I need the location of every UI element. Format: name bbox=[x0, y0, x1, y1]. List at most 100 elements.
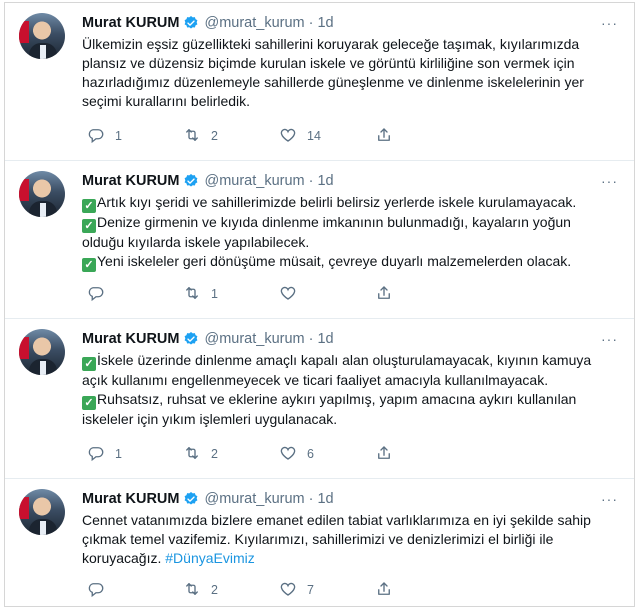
avatar[interactable] bbox=[19, 171, 65, 217]
retweet-icon bbox=[183, 444, 201, 465]
separator-dot: · bbox=[308, 491, 314, 507]
tweet-text-line: ✓ Denize girmenin ve kıyıda dinlenme imka… bbox=[82, 213, 622, 233]
reply-button[interactable] bbox=[87, 284, 183, 305]
check-mark-icon: ✓ bbox=[82, 199, 96, 213]
tweet-text: plansız ve düzensiz biçimde kurulan iske… bbox=[82, 55, 575, 71]
heart-icon bbox=[279, 126, 297, 147]
author-name[interactable]: Murat KURUM bbox=[82, 15, 179, 31]
share-icon bbox=[375, 444, 393, 465]
retweet-icon bbox=[183, 580, 201, 601]
reply-icon bbox=[87, 126, 105, 147]
share-button[interactable] bbox=[375, 580, 415, 601]
like-count: 14 bbox=[307, 129, 321, 143]
more-options-icon[interactable]: ··· bbox=[601, 491, 618, 507]
tweet-text-line: iskeleler için yıkım işlemleri uygulanac… bbox=[82, 410, 622, 429]
tweet-text: açık kullanımı engellenmeyecek ve ticari… bbox=[82, 372, 549, 388]
share-button[interactable] bbox=[375, 284, 415, 305]
tweet-text-line: ✓ Ruhsatsız, ruhsat ve eklerine aykırı ya… bbox=[82, 390, 622, 410]
reply-button[interactable]: 1 bbox=[87, 126, 183, 147]
check-mark-icon: ✓ bbox=[82, 219, 96, 233]
avatar[interactable] bbox=[19, 13, 65, 59]
tweet-text: Cennet vatanımızda bizlere emanet edilen… bbox=[82, 512, 591, 528]
more-options-icon[interactable]: ··· bbox=[601, 15, 618, 31]
tweet-header: Murat KURUM @murat_kurum · 1d bbox=[82, 171, 334, 191]
tweet[interactable]: Murat KURUM @murat_kurum · 1d ··· ✓ Artık kıyı… bbox=[5, 161, 634, 319]
tweet-text-line: olduğu kıyılarda iskele yapılabilecek. bbox=[82, 233, 622, 252]
tweet-body: ✓ İskele üzerinde dinlenme amaçlı kapalı … bbox=[82, 351, 622, 429]
retweet-count: 2 bbox=[211, 583, 218, 597]
tweet-text: iskeleler için yıkım işlemleri uygulanac… bbox=[82, 411, 338, 427]
avatar[interactable] bbox=[19, 489, 65, 535]
tweet-text-line: açık kullanımı engellenmeyecek ve ticari… bbox=[82, 371, 622, 390]
tweet-body: Cennet vatanımızda bizlere emanet edilen… bbox=[82, 511, 622, 568]
tweet-text: Ruhsatsız, ruhsat ve eklerine aykırı yap… bbox=[97, 391, 577, 407]
retweet-button[interactable]: 2 bbox=[183, 580, 279, 601]
retweet-button[interactable]: 2 bbox=[183, 444, 279, 465]
tweet-text: koruyacağız. bbox=[82, 550, 162, 566]
retweet-button[interactable]: 1 bbox=[183, 284, 279, 305]
verified-badge-icon bbox=[183, 331, 199, 347]
share-button[interactable] bbox=[375, 126, 415, 147]
reply-button[interactable]: 1 bbox=[87, 444, 183, 465]
check-mark-icon: ✓ bbox=[82, 396, 96, 410]
reply-count: 1 bbox=[115, 447, 122, 461]
tweet-text: Ülkemizin eşsiz güzellikteki sahillerini… bbox=[82, 36, 580, 52]
tweet-text-line: Cennet vatanımızda bizlere emanet edilen… bbox=[82, 511, 622, 530]
tweet[interactable]: Murat KURUM @murat_kurum · 1d ··· ✓ İskele üze… bbox=[5, 319, 634, 479]
like-button[interactable]: 14 bbox=[279, 126, 375, 147]
reply-icon bbox=[87, 444, 105, 465]
tweet[interactable]: Murat KURUM @murat_kurum · 1d ··· Cennet vata… bbox=[5, 479, 634, 608]
retweet-button[interactable]: 2 bbox=[183, 126, 279, 147]
tweet-timeline: Murat KURUM @murat_kurum · 1d ··· Ülkemizin e… bbox=[4, 2, 635, 607]
separator-dot: · bbox=[308, 15, 314, 31]
tweet[interactable]: Murat KURUM @murat_kurum · 1d ··· Ülkemizin e… bbox=[5, 3, 634, 161]
share-icon bbox=[375, 126, 393, 147]
retweet-count: 2 bbox=[211, 129, 218, 143]
tweet-text: Denize girmenin ve kıyıda dinlenme imkan… bbox=[97, 214, 571, 230]
more-options-icon[interactable]: ··· bbox=[601, 173, 618, 189]
author-handle[interactable]: @murat_kurum bbox=[204, 491, 304, 507]
author-handle[interactable]: @murat_kurum bbox=[204, 331, 304, 347]
tweet-text-line: plansız ve düzensiz biçimde kurulan iske… bbox=[82, 54, 622, 73]
reply-button[interactable] bbox=[87, 580, 183, 601]
share-icon bbox=[375, 580, 393, 601]
tweet-time[interactable]: 1d bbox=[317, 173, 333, 189]
tweet-time[interactable]: 1d bbox=[317, 331, 333, 347]
more-options-icon[interactable]: ··· bbox=[601, 331, 618, 347]
tweet-text-line: ✓ Yeni iskeleler geri dönüşüme müsait, çe… bbox=[82, 252, 622, 272]
tweet-text: olduğu kıyılarda iskele yapılabilecek. bbox=[82, 234, 310, 250]
avatar[interactable] bbox=[19, 329, 65, 375]
author-handle[interactable]: @murat_kurum bbox=[204, 15, 304, 31]
like-button[interactable]: 6 bbox=[279, 444, 375, 465]
verified-badge-icon bbox=[183, 173, 199, 189]
tweet-text-line: koruyacağız. #DünyaEvimiz bbox=[82, 549, 622, 568]
author-name[interactable]: Murat KURUM bbox=[82, 173, 179, 189]
tweet-actions: 1 bbox=[87, 285, 415, 303]
like-count: 7 bbox=[307, 583, 314, 597]
like-button[interactable] bbox=[279, 284, 375, 305]
hashtag-link[interactable]: #DünyaEvimiz bbox=[165, 550, 254, 566]
tweet-header: Murat KURUM @murat_kurum · 1d bbox=[82, 329, 334, 349]
like-button[interactable]: 7 bbox=[279, 580, 375, 601]
author-name[interactable]: Murat KURUM bbox=[82, 491, 179, 507]
author-handle[interactable]: @murat_kurum bbox=[204, 173, 304, 189]
retweet-count: 1 bbox=[211, 287, 218, 301]
tweet-actions: 1 2 6 bbox=[87, 445, 415, 463]
tweet-text-line: ✓ İskele üzerinde dinlenme amaçlı kapalı … bbox=[82, 351, 622, 371]
tweet-text-line: seçimi kurallarını belirledik. bbox=[82, 92, 622, 111]
check-mark-icon: ✓ bbox=[82, 357, 96, 371]
author-name[interactable]: Murat KURUM bbox=[82, 331, 179, 347]
tweet-time[interactable]: 1d bbox=[317, 491, 333, 507]
tweet-text: İskele üzerinde dinlenme amaçlı kapalı a… bbox=[97, 352, 592, 368]
retweet-icon bbox=[183, 284, 201, 305]
check-mark-icon: ✓ bbox=[82, 258, 96, 272]
tweet-text-line: Ülkemizin eşsiz güzellikteki sahillerini… bbox=[82, 35, 622, 54]
separator-dot: · bbox=[308, 173, 314, 189]
reply-icon bbox=[87, 580, 105, 601]
share-button[interactable] bbox=[375, 444, 415, 465]
share-icon bbox=[375, 284, 393, 305]
tweet-text-line: ✓ Artık kıyı şeridi ve sahillerimizde bel… bbox=[82, 193, 622, 213]
tweet-actions: 27 bbox=[87, 581, 415, 599]
retweet-icon bbox=[183, 126, 201, 147]
tweet-time[interactable]: 1d bbox=[317, 15, 333, 31]
